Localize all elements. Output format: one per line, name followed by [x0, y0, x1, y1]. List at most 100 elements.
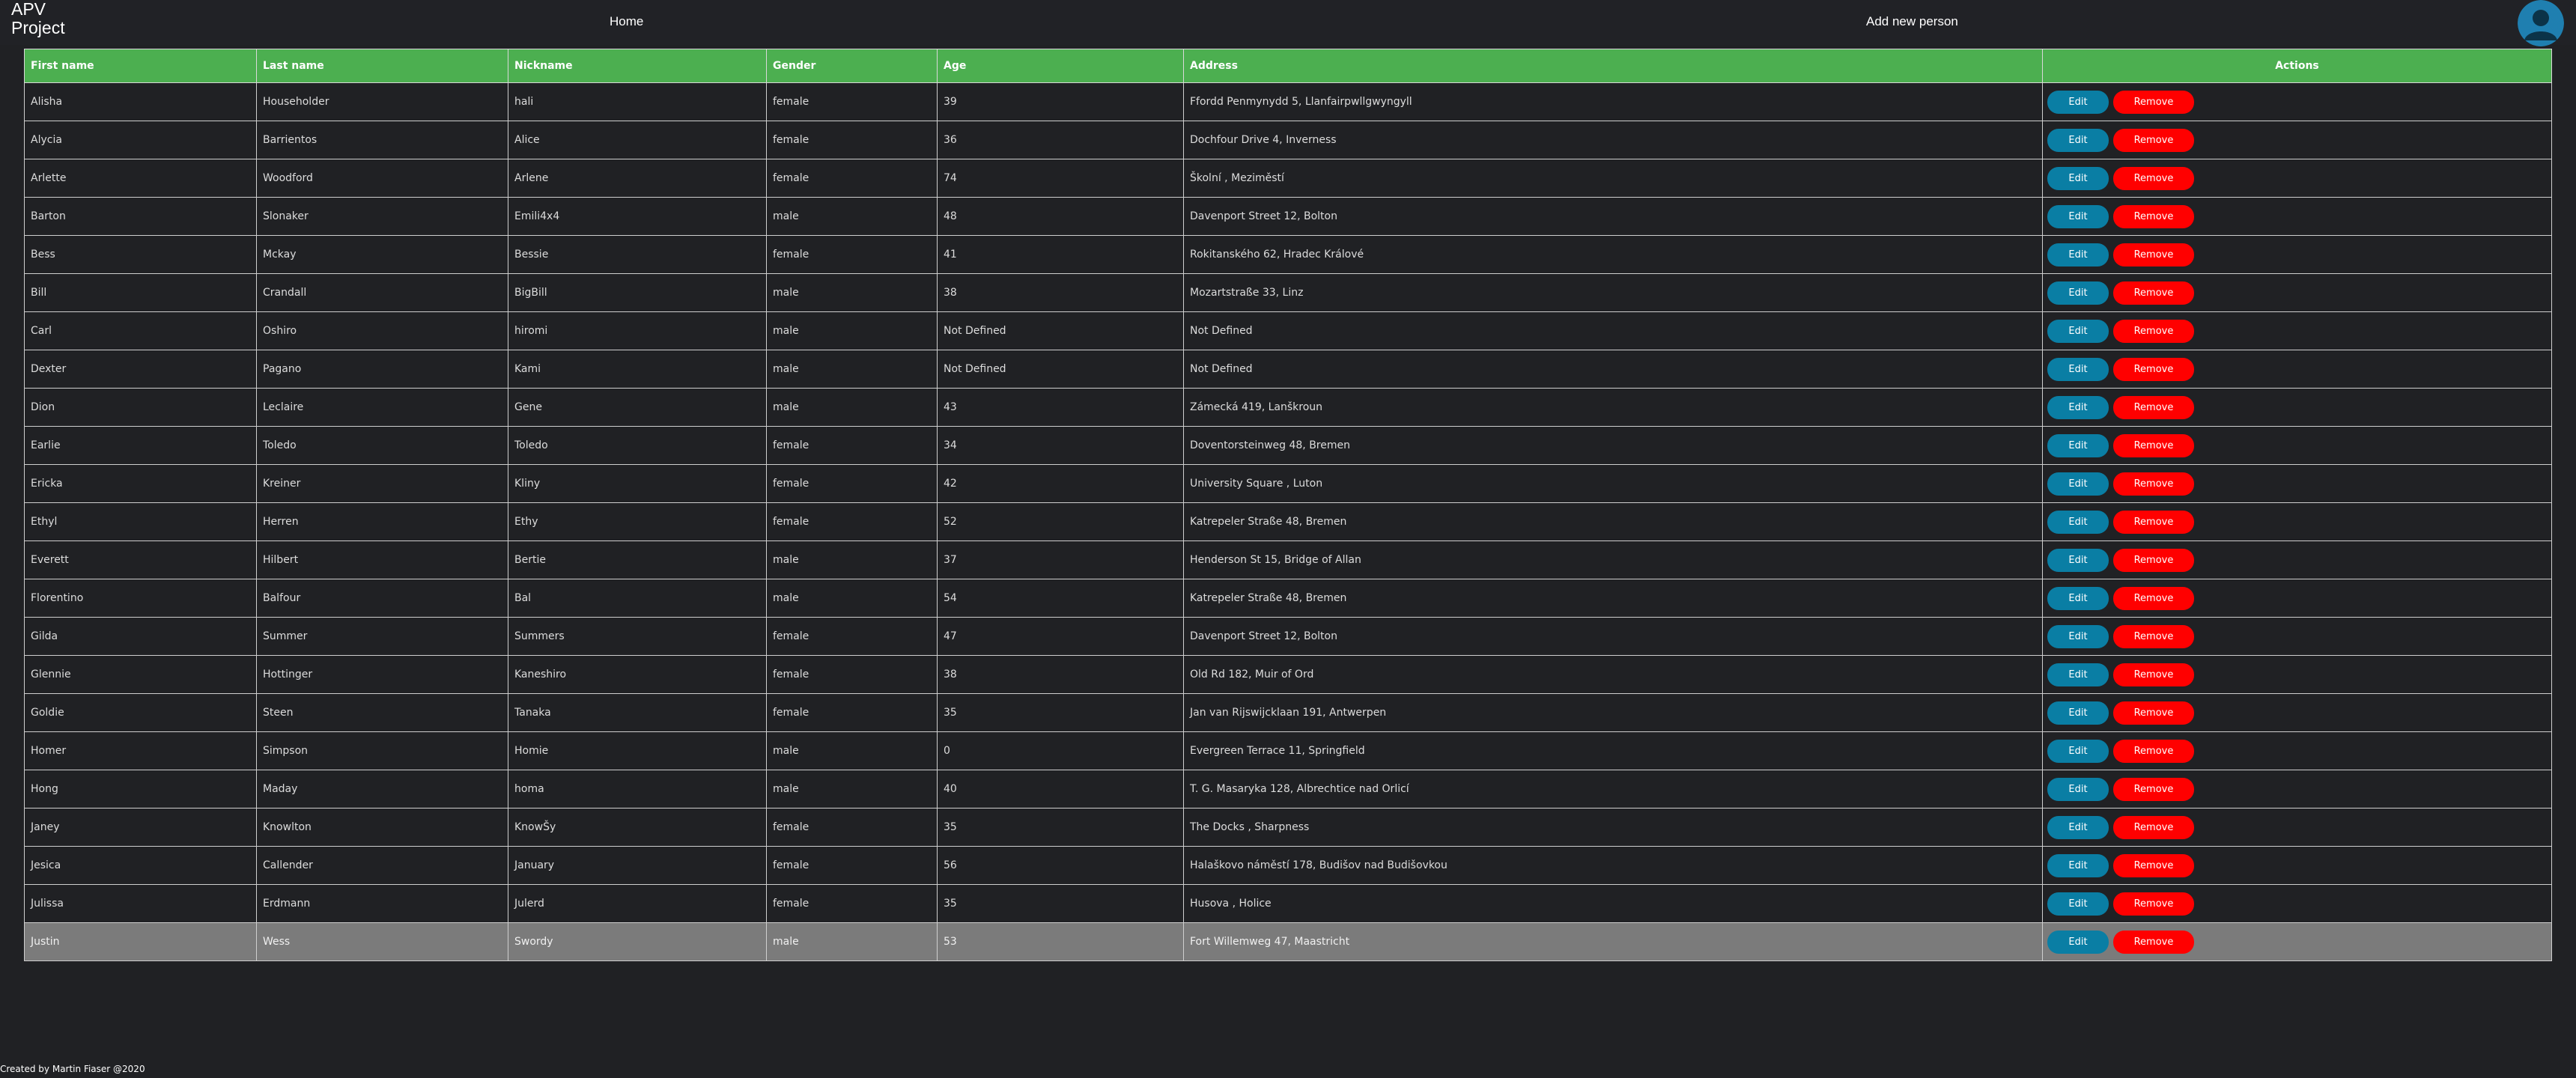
edit-button[interactable]: Edit [2047, 930, 2109, 954]
cell-gender: male [766, 311, 938, 350]
remove-button[interactable]: Remove [2113, 663, 2194, 686]
nav-home-link[interactable]: Home [610, 13, 643, 30]
remove-button[interactable]: Remove [2113, 128, 2194, 152]
edit-button[interactable]: Edit [2047, 739, 2109, 763]
cell-first-name: Dion [24, 388, 257, 427]
remove-button[interactable]: Remove [2113, 510, 2194, 534]
edit-button[interactable]: Edit [2047, 548, 2109, 572]
remove-button[interactable]: Remove [2113, 892, 2194, 916]
cell-age: 38 [937, 273, 1184, 312]
cell-address: Henderson St 15, Bridge of Allan [1183, 540, 2043, 579]
cell-actions: Edit Remove [2042, 808, 2552, 847]
edit-button[interactable]: Edit [2047, 319, 2109, 343]
cell-gender: female [766, 121, 938, 159]
cell-nickname: BigBill [508, 273, 767, 312]
remove-button[interactable]: Remove [2113, 548, 2194, 572]
remove-button[interactable]: Remove [2113, 395, 2194, 419]
edit-button[interactable]: Edit [2047, 663, 2109, 686]
cell-first-name: Bill [24, 273, 257, 312]
remove-button[interactable]: Remove [2113, 357, 2194, 381]
remove-button[interactable]: Remove [2113, 930, 2194, 954]
cell-address: Katrepeler Straße 48, Bremen [1183, 502, 2043, 541]
edit-button[interactable]: Edit [2047, 701, 2109, 725]
cell-gender: male [766, 197, 938, 236]
cell-actions: Edit Remove [2042, 846, 2552, 885]
nav-add-person-link[interactable]: Add new person [1866, 13, 1958, 30]
remove-button[interactable]: Remove [2113, 319, 2194, 343]
edit-button[interactable]: Edit [2047, 281, 2109, 305]
table-row: Justin Wess Swordy male 53 Fort Willemweg 47,… [24, 922, 2552, 961]
remove-button[interactable]: Remove [2113, 433, 2194, 457]
table-row: Goldie Steen Tanaka female 35 Jan van Rijswij… [24, 693, 2552, 732]
cell-actions: Edit Remove [2042, 273, 2552, 312]
remove-button[interactable]: Remove [2113, 815, 2194, 839]
table-row: Barton Slonaker Emili4x4 male 48 Davenport St… [24, 197, 2552, 236]
edit-button[interactable]: Edit [2047, 586, 2109, 610]
edit-button[interactable]: Edit [2047, 815, 2109, 839]
remove-button[interactable]: Remove [2113, 243, 2194, 267]
edit-button[interactable]: Edit [2047, 395, 2109, 419]
cell-first-name: Alycia [24, 121, 257, 159]
cell-last-name: Householder [256, 82, 508, 121]
cell-gender: male [766, 770, 938, 808]
table-row: Jesica Callender January female 56 Halaškovo … [24, 846, 2552, 885]
cell-nickname: Emili4x4 [508, 197, 767, 236]
remove-button[interactable]: Remove [2113, 472, 2194, 496]
cell-age: 47 [937, 617, 1184, 656]
cell-first-name: Julissa [24, 884, 257, 923]
edit-button[interactable]: Edit [2047, 892, 2109, 916]
remove-button[interactable]: Remove [2113, 166, 2194, 190]
page: APV Project Home Add new person First na… [0, 0, 2576, 1078]
table-row: Alisha Householder hali female 39 Ffordd Penm… [24, 82, 2552, 121]
edit-button[interactable]: Edit [2047, 357, 2109, 381]
cell-age: 56 [937, 846, 1184, 885]
table-row: Everett Hilbert Bertie male 37 Henderson St 1… [24, 540, 2552, 579]
cell-last-name: Erdmann [256, 884, 508, 923]
remove-button[interactable]: Remove [2113, 281, 2194, 305]
cell-nickname: Swordy [508, 922, 767, 961]
cell-first-name: Homer [24, 731, 257, 770]
column-header-last-name: Last name [256, 49, 508, 83]
cell-last-name: Maday [256, 770, 508, 808]
user-avatar-icon[interactable] [2518, 0, 2564, 46]
edit-button[interactable]: Edit [2047, 853, 2109, 877]
edit-button[interactable]: Edit [2047, 166, 2109, 190]
edit-button[interactable]: Edit [2047, 90, 2109, 114]
cell-actions: Edit Remove [2042, 388, 2552, 427]
cell-first-name: Earlie [24, 426, 257, 465]
remove-button[interactable]: Remove [2113, 624, 2194, 648]
cell-address: The Docks , Sharpness [1183, 808, 2043, 847]
cell-last-name: Oshiro [256, 311, 508, 350]
table-row: Arlette Woodford Arlene female 74 Školní , Me… [24, 159, 2552, 198]
table-row: Florentino Balfour Bal male 54 Katrepeler Str… [24, 579, 2552, 618]
cell-first-name: Glennie [24, 655, 257, 694]
cell-age: 34 [937, 426, 1184, 465]
cell-last-name: Callender [256, 846, 508, 885]
cell-address: Rokitanského 62, Hradec Králové [1183, 235, 2043, 274]
cell-first-name: Barton [24, 197, 257, 236]
cell-first-name: Jesica [24, 846, 257, 885]
edit-button[interactable]: Edit [2047, 433, 2109, 457]
edit-button[interactable]: Edit [2047, 624, 2109, 648]
remove-button[interactable]: Remove [2113, 701, 2194, 725]
cell-nickname: Bal [508, 579, 767, 618]
edit-button[interactable]: Edit [2047, 510, 2109, 534]
edit-button[interactable]: Edit [2047, 243, 2109, 267]
remove-button[interactable]: Remove [2113, 90, 2194, 114]
remove-button[interactable]: Remove [2113, 853, 2194, 877]
cell-actions: Edit Remove [2042, 426, 2552, 465]
remove-button[interactable]: Remove [2113, 777, 2194, 801]
edit-button[interactable]: Edit [2047, 777, 2109, 801]
cell-actions: Edit Remove [2042, 579, 2552, 618]
people-table: First name Last name Nickname Gender Age… [24, 49, 2552, 961]
edit-button[interactable]: Edit [2047, 128, 2109, 152]
remove-button[interactable]: Remove [2113, 204, 2194, 228]
cell-age: 74 [937, 159, 1184, 198]
cell-address: Davenport Street 12, Bolton [1183, 197, 2043, 236]
cell-last-name: Balfour [256, 579, 508, 618]
table-row: Hong Maday homa male 40 T. G. Masaryka 128, A… [24, 770, 2552, 808]
edit-button[interactable]: Edit [2047, 472, 2109, 496]
remove-button[interactable]: Remove [2113, 739, 2194, 763]
remove-button[interactable]: Remove [2113, 586, 2194, 610]
edit-button[interactable]: Edit [2047, 204, 2109, 228]
